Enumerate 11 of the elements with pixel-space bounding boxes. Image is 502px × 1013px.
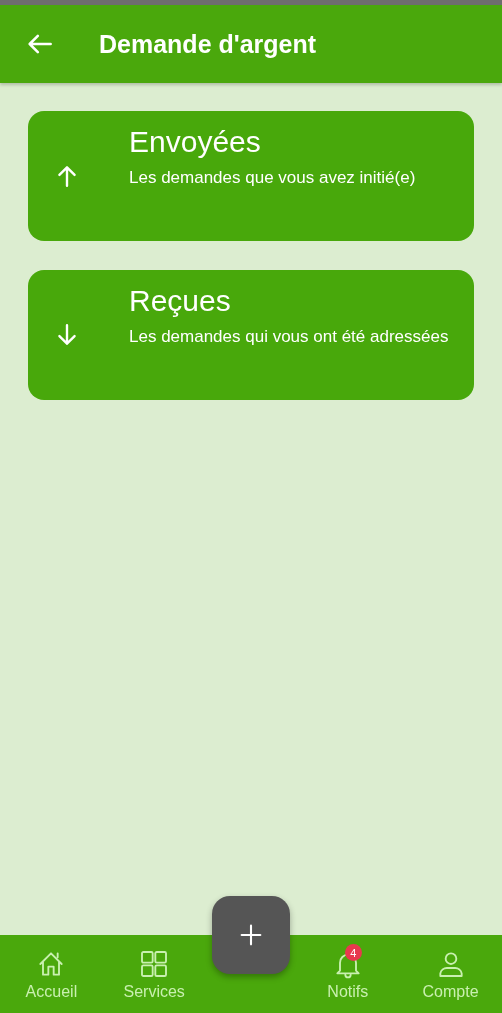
page-title: Demande d'argent [99,29,317,59]
card-description: Les demandes que vous avez initié(e) [129,167,417,189]
card-description: Les demandes qui vous ont été adressées [129,326,450,348]
card-title: Envoyées [129,125,262,159]
nav-item[interactable]: 4 Notifs [296,935,400,1013]
nav-item[interactable]: Compte [399,935,502,1013]
card-title: Reçues [129,284,232,318]
notification-badge: 4 [344,944,362,961]
add-button[interactable] [212,896,290,974]
nav-item[interactable]: Accueil [0,935,103,1013]
nav-item[interactable]: Services [102,935,206,1013]
